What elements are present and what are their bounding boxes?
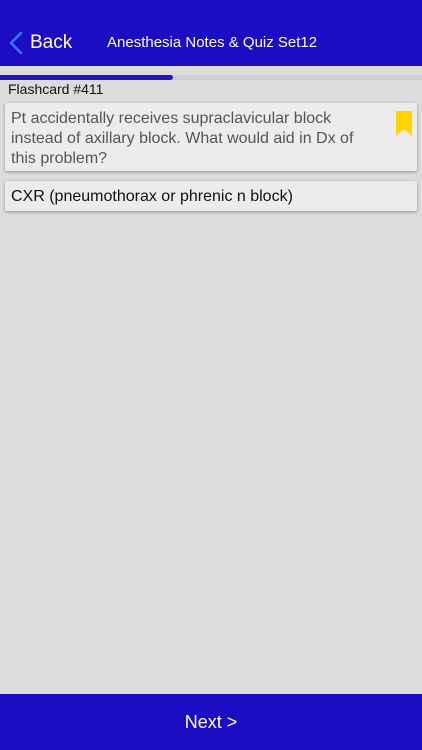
nav-bar: Back Anesthesia Notes & Quiz Set12 <box>0 0 422 66</box>
question-card: Pt accidentally receives supraclavicular… <box>5 103 417 171</box>
page-title: Anesthesia Notes & Quiz Set12 <box>107 34 318 51</box>
answer-text: CXR (pneumothorax or phrenic n block) <box>11 188 293 205</box>
next-button[interactable]: Next > <box>0 694 422 750</box>
question-text: Pt accidentally receives supraclavicular… <box>11 110 354 167</box>
answer-card[interactable]: CXR (pneumothorax or phrenic n block) <box>5 181 417 211</box>
flashcard-number: Flashcard #411 <box>8 81 104 97</box>
back-button[interactable]: Back <box>8 30 72 56</box>
progress-fill <box>0 75 174 80</box>
bookmark-icon[interactable] <box>396 111 412 136</box>
progress-bar <box>0 75 422 80</box>
next-label: Next > <box>184 711 238 732</box>
back-label: Back <box>30 32 73 53</box>
chevron-left-icon <box>9 31 23 55</box>
